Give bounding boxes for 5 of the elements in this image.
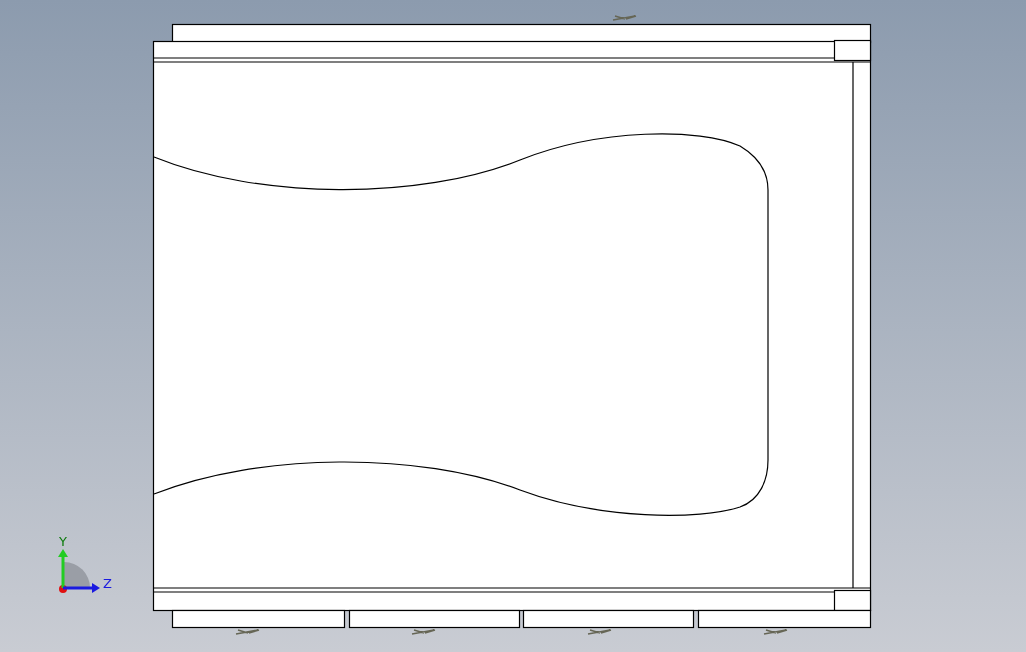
origin-dot-icon xyxy=(59,585,67,593)
axis-label: Z xyxy=(103,576,112,591)
z-axis-arrow-icon xyxy=(63,583,100,593)
y-axis-arrow-icon xyxy=(58,549,68,588)
axis-label: Y xyxy=(59,534,67,549)
